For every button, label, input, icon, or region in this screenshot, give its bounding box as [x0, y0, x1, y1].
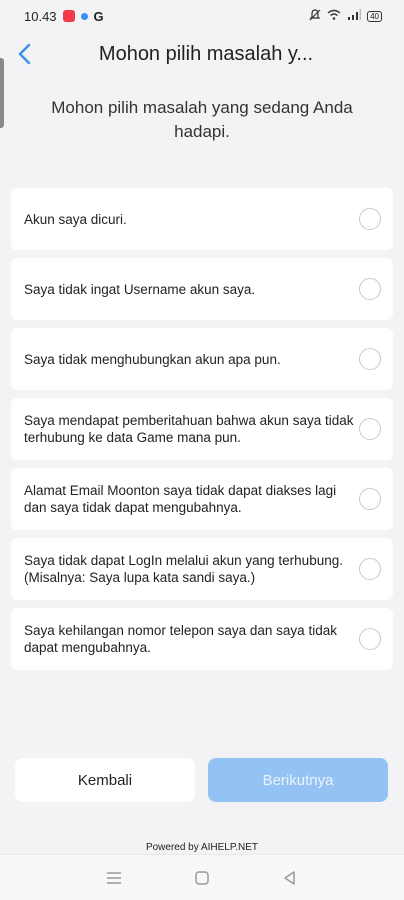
- back-action-button[interactable]: Kembali: [15, 758, 195, 802]
- option-account-stolen[interactable]: Akun saya dicuri.: [11, 188, 393, 250]
- notification-dot-icon: [80, 12, 88, 20]
- options-list: Akun saya dicuri. Saya tidak ingat Usern…: [0, 188, 404, 670]
- header: Mohon pilih masalah y...: [0, 32, 404, 76]
- powered-by-text: Powered by AIHELP.NET: [145, 842, 259, 853]
- chevron-left-icon: [18, 43, 31, 65]
- back-button[interactable]: [10, 38, 38, 70]
- status-bar: 10.43 G 40: [0, 0, 404, 32]
- option-label: Saya tidak ingat Username akun saya.: [24, 281, 256, 297]
- status-time: 10.43: [24, 8, 57, 24]
- prompt-text: Mohon pilih masalah yang sedang Anda had…: [51, 98, 353, 141]
- next-button[interactable]: Berikutnya: [208, 758, 388, 802]
- nav-home-button[interactable]: [187, 863, 217, 893]
- mute-icon: [309, 8, 321, 24]
- option-lost-phone-number[interactable]: Saya kehilangan nomor telepon saya dan s…: [11, 608, 393, 670]
- google-icon: G: [93, 8, 104, 24]
- home-icon: [195, 870, 209, 885]
- option-cannot-login[interactable]: Saya tidak dapat LogIn melalui akun yang…: [11, 538, 393, 600]
- menu-icon: [107, 871, 121, 884]
- status-right: 40: [309, 8, 382, 24]
- battery-icon: 40: [367, 10, 382, 22]
- radio-button[interactable]: [359, 628, 381, 650]
- option-label: Saya kehilangan nomor telepon saya dan s…: [24, 623, 337, 655]
- option-forgot-username[interactable]: Saya tidak ingat Username akun saya.: [11, 258, 393, 320]
- radio-button[interactable]: [359, 418, 381, 440]
- option-not-linked-game-data[interactable]: Saya mendapat pemberitahuan bahwa akun s…: [11, 398, 393, 460]
- option-email-inaccessible[interactable]: Alamat Email Moonton saya tidak dapat di…: [11, 468, 393, 530]
- signal-icon: [347, 9, 362, 23]
- radio-button[interactable]: [359, 558, 381, 580]
- option-label: Saya tidak dapat LogIn melalui akun yang…: [24, 553, 343, 585]
- status-left: 10.43 G: [24, 9, 104, 24]
- system-nav-bar: [0, 854, 404, 900]
- notification-app-icon: [62, 10, 75, 22]
- radio-button[interactable]: [359, 208, 381, 230]
- option-label: Saya tidak menghubungkan akun apa pun.: [24, 351, 281, 367]
- option-no-linked-account[interactable]: Saya tidak menghubungkan akun apa pun.: [11, 328, 393, 390]
- option-label: Saya mendapat pemberitahuan bahwa akun s…: [24, 413, 354, 445]
- nav-menu-button[interactable]: [99, 863, 129, 893]
- radio-button[interactable]: [359, 348, 381, 370]
- nav-back-button[interactable]: [275, 863, 305, 893]
- wifi-icon: [327, 9, 341, 23]
- option-label: Alamat Email Moonton saya tidak dapat di…: [24, 483, 337, 515]
- radio-button[interactable]: [359, 488, 381, 510]
- radio-button[interactable]: [359, 278, 381, 300]
- triangle-back-icon: [284, 870, 295, 885]
- button-row: Kembali Berikutnya: [15, 758, 388, 802]
- page-title: Mohon pilih masalah y...: [98, 42, 314, 65]
- option-label: Akun saya dicuri.: [24, 211, 127, 227]
